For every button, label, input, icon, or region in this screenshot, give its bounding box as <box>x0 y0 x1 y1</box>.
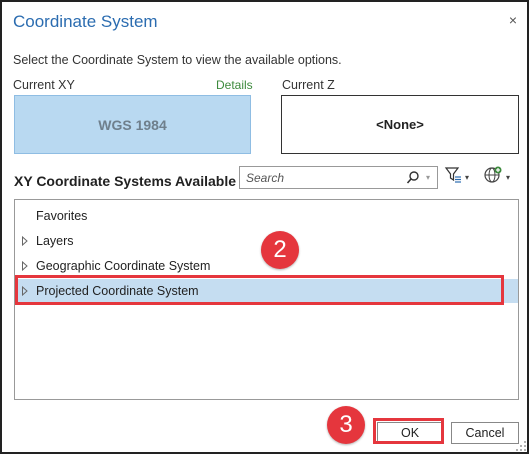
tree-item-favorites[interactable]: Favorites <box>15 204 518 228</box>
current-z-value: <None> <box>376 117 424 132</box>
chevron-down-icon: ▾ <box>465 172 470 182</box>
search-input[interactable]: Search ▾ <box>239 166 438 189</box>
resize-grip-icon[interactable] <box>515 439 527 451</box>
coordinate-system-dialog: Coordinate System × Select the Coordinat… <box>0 0 529 454</box>
tree-item-label: Layers <box>36 234 74 248</box>
add-coordinate-system-button[interactable]: ▾ <box>483 166 519 188</box>
filter-icon <box>444 166 462 189</box>
tree-item-label: Geographic Coordinate System <box>36 259 211 273</box>
search-icon[interactable] <box>406 170 420 186</box>
details-link[interactable]: Details <box>216 78 253 92</box>
dialog-title: Coordinate System <box>13 12 158 31</box>
filter-button[interactable]: ▾ <box>444 166 478 188</box>
cancel-button[interactable]: Cancel <box>451 422 519 444</box>
highlight-ok-button <box>373 418 444 444</box>
step-3-badge: 3 <box>327 406 365 444</box>
globe-icon <box>483 165 503 190</box>
current-z-box[interactable]: <None> <box>281 95 519 154</box>
tree-item-label: Favorites <box>36 209 88 223</box>
step-2-badge: 2 <box>261 231 299 269</box>
current-z-label: Current Z <box>282 78 335 92</box>
search-placeholder: Search <box>246 171 285 185</box>
highlight-projected-row <box>15 275 504 305</box>
expand-arrow-icon[interactable] <box>21 235 29 247</box>
chevron-down-icon[interactable]: ▾ <box>426 173 430 182</box>
close-icon[interactable]: × <box>505 12 521 28</box>
section-title: XY Coordinate Systems Available <box>14 173 237 189</box>
expand-arrow-icon[interactable] <box>21 260 29 272</box>
current-xy-value: WGS 1984 <box>98 116 167 133</box>
instruction-text: Select the Coordinate System to view the… <box>13 53 342 67</box>
current-xy-box[interactable]: WGS 1984 <box>14 95 251 154</box>
chevron-down-icon: ▾ <box>506 172 511 182</box>
current-xy-label: Current XY <box>13 78 75 92</box>
